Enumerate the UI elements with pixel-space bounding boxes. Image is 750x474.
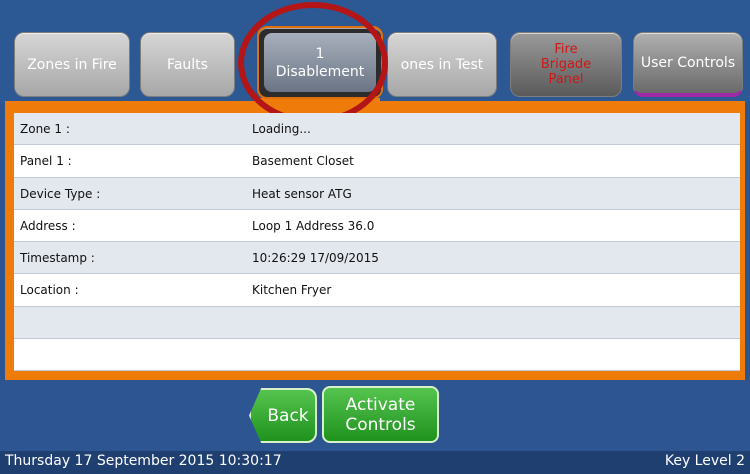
- row-value: Heat sensor ATG: [252, 186, 352, 201]
- tab-fire-brigade-panel[interactable]: Fire Brigade Panel: [510, 32, 622, 97]
- row-label: Timestamp :: [20, 251, 95, 265]
- activate-controls-button[interactable]: Activate Controls: [322, 386, 439, 443]
- activate-line2: Controls: [345, 414, 416, 435]
- back-button[interactable]: Back: [249, 388, 317, 443]
- tab-faults[interactable]: Faults: [140, 32, 235, 97]
- row-label: Panel 1 :: [20, 154, 72, 169]
- row-value: Loading...: [252, 122, 311, 136]
- tab-faults-label: Faults: [167, 56, 208, 73]
- tab-zones-in-test-label: ones in Test: [400, 56, 484, 73]
- row-label: Zone 1 :: [20, 122, 70, 136]
- tab-user-controls-label: User Controls: [640, 55, 736, 71]
- back-button-label: Back: [267, 405, 309, 426]
- row-value: Basement Closet: [252, 154, 354, 169]
- table-row: [14, 339, 740, 371]
- tab-fire-brigade-line2: Brigade: [540, 57, 592, 72]
- status-bar: Thursday 17 September 2015 10:30:17 Key …: [0, 451, 750, 474]
- annotation-circle: [238, 2, 388, 124]
- table-row: Zone 1 : Loading...: [14, 113, 740, 146]
- row-label: Location :: [20, 283, 79, 298]
- row-label: Address :: [20, 218, 76, 233]
- row-value: Kitchen Fryer: [252, 283, 332, 298]
- row-value: 10:26:29 17/09/2015: [252, 251, 379, 265]
- tab-user-controls[interactable]: User Controls: [633, 32, 743, 97]
- table-row: Address : Loop 1 Address 36.0: [14, 210, 740, 242]
- table-row: Device Type : Heat sensor ATG: [14, 177, 740, 210]
- table-row: [14, 306, 740, 339]
- details-table: Zone 1 : Loading... Panel 1 : Basement C…: [14, 113, 740, 371]
- table-row: Timestamp : 10:26:29 17/09/2015: [14, 242, 740, 275]
- tab-zones-in-fire-label: Zones in Fire: [27, 56, 117, 73]
- activate-line1: Activate: [345, 394, 416, 415]
- tab-zones-in-test[interactable]: ones in Test: [387, 32, 497, 97]
- status-datetime: Thursday 17 September 2015 10:30:17: [5, 453, 282, 469]
- row-label: Device Type :: [20, 186, 101, 201]
- tab-fire-brigade-line3: Panel: [548, 72, 584, 87]
- table-row: Panel 1 : Basement Closet: [14, 145, 740, 178]
- tab-zones-in-fire[interactable]: Zones in Fire: [14, 32, 130, 97]
- table-row: Location : Kitchen Fryer: [14, 274, 740, 307]
- status-key-level: Key Level 2: [664, 453, 745, 469]
- tab-fire-brigade-line1: Fire: [554, 42, 578, 57]
- row-value: Loop 1 Address 36.0: [252, 218, 375, 233]
